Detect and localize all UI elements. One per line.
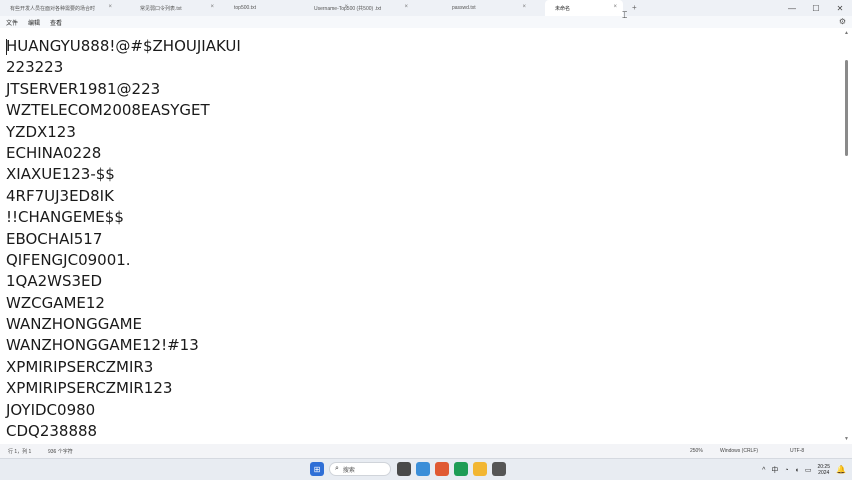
- text-line: JOYIDC0980: [6, 400, 96, 419]
- app-icon-1[interactable]: [416, 462, 430, 476]
- tab-label: Username-Top500 (共500) .txt: [314, 5, 382, 12]
- text-line: XIAXUE123-$$: [6, 165, 115, 184]
- search-label: 搜索: [342, 467, 355, 474]
- tray-chevron-icon[interactable]: ^: [762, 467, 765, 474]
- notification-bell-icon[interactable]: 🔔: [836, 465, 846, 474]
- search-icon: ⌕: [335, 465, 339, 472]
- text-line: QIFENGJC09001.: [6, 250, 131, 269]
- terminal-icon[interactable]: [492, 462, 506, 476]
- ime-indicator[interactable]: 中: [771, 465, 778, 475]
- volume-icon[interactable]: ◖: [795, 467, 799, 474]
- window-controls: — ☐ ✕: [780, 0, 852, 16]
- taskbar: ⊞ ⌕ 搜索 ^ 中 ◔ ◖ ▭ 20:25 2024 🔔: [0, 458, 852, 480]
- text-line: 1QA2WS3ED: [6, 272, 103, 291]
- battery-icon[interactable]: ▭: [805, 466, 812, 474]
- text-editor[interactable]: HUANGYU888!@#$ZHOUJIAKUI 223223 JTSERVER…: [0, 28, 852, 444]
- mouse-cursor-icon: ⌶: [622, 10, 628, 20]
- close-window-button[interactable]: ✕: [828, 4, 852, 13]
- text-line: 223223: [6, 58, 64, 77]
- browser-icon[interactable]: [454, 462, 468, 476]
- menu-file[interactable]: 文件: [6, 18, 18, 27]
- tab-label: passwd.txt: [452, 5, 476, 11]
- text-line: WZTELECOM2008EASYGET: [6, 101, 210, 120]
- close-icon[interactable]: ×: [522, 4, 526, 10]
- wifi-icon[interactable]: ◔: [784, 467, 788, 474]
- app-icon-2[interactable]: [435, 462, 449, 476]
- text-line: CDQ238888: [6, 422, 98, 441]
- status-encoding[interactable]: UTF-8: [790, 448, 804, 454]
- tab-label: top500.txt: [234, 5, 256, 11]
- taskbar-search[interactable]: ⌕ 搜索: [329, 462, 391, 476]
- taskbar-clock[interactable]: 20:25 2024: [817, 464, 830, 476]
- tab-label: 有些开发人员在面对各种需要的场合时: [10, 5, 96, 12]
- text-line: ECHINA0228: [6, 143, 102, 162]
- tab-3[interactable]: 常见弱口令列表.txt ×: [130, 0, 220, 16]
- text-line: WZCGAME12: [6, 293, 105, 312]
- text-line: WANZHONGGAME12!#13: [6, 336, 199, 355]
- tab-4[interactable]: Username-Top500 (共500) .txt ×: [304, 0, 414, 16]
- text-line: WANZHONGGAME: [6, 315, 143, 334]
- taskbar-apps: ⊞ ⌕ 搜索: [310, 462, 511, 476]
- text-line: 4RF7UJ3ED8IK: [6, 186, 114, 205]
- menu-view[interactable]: 查看: [50, 18, 62, 27]
- status-char-count: 936 个字符: [48, 448, 73, 455]
- tab-label: 常见弱口令列表.txt: [140, 5, 182, 12]
- tab-1[interactable]: 有些开发人员在面对各种需要的场合时 ×: [0, 0, 118, 16]
- minimize-button[interactable]: —: [780, 4, 804, 13]
- editor-lines: HUANGYU888!@#$ZHOUJIAKUI 223223 JTSERVER…: [6, 36, 241, 442]
- text-line: XPMIRIPSERCZMIR123: [6, 379, 173, 398]
- status-line-ending[interactable]: Windows (CRLF): [720, 448, 758, 454]
- status-cursor-position: 行 1，列 1: [8, 448, 32, 455]
- status-bar: 行 1，列 1 936 个字符 250% Windows (CRLF) UTF-…: [0, 444, 852, 458]
- vertical-scrollbar-thumb[interactable]: [845, 60, 848, 156]
- windows-start-icon[interactable]: ⊞: [310, 462, 324, 476]
- title-bar: 有些开发人员在面对各种需要的场合时 × top500.txt × 常见弱口令列表…: [0, 0, 852, 16]
- file-explorer-icon[interactable]: [473, 462, 487, 476]
- maximize-button[interactable]: ☐: [804, 4, 828, 13]
- menu-edit[interactable]: 编辑: [28, 18, 40, 27]
- tab-label: 未命名: [555, 5, 571, 12]
- task-view-icon[interactable]: [397, 462, 411, 476]
- status-zoom[interactable]: 250%: [690, 448, 703, 454]
- scroll-down-arrow-icon[interactable]: ▼: [844, 436, 849, 442]
- close-icon[interactable]: ×: [108, 4, 112, 10]
- close-icon[interactable]: ×: [613, 4, 617, 10]
- text-line: YZDX123: [6, 122, 76, 141]
- scroll-up-arrow-icon[interactable]: ▲: [844, 30, 849, 36]
- text-line: !!CHANGEME$$: [6, 208, 124, 227]
- tab-5[interactable]: passwd.txt ×: [442, 0, 532, 16]
- gear-icon[interactable]: ⚙: [839, 17, 846, 26]
- text-line: JTSERVER1981@223: [6, 79, 161, 98]
- text-line: XPMIRIPSERCZMIR3: [6, 357, 154, 376]
- text-line: HUANGYU888!@#$ZHOUJIAKUI: [6, 37, 241, 55]
- close-icon[interactable]: ×: [404, 4, 408, 10]
- text-line: EBOCHAI517: [6, 229, 103, 248]
- tab-6-active[interactable]: 未命名 ×: [545, 0, 623, 16]
- new-tab-button[interactable]: +: [632, 3, 637, 12]
- clock-date: 2024: [818, 470, 830, 476]
- text-caret: [6, 39, 7, 55]
- menu-bar: 文件 编辑 查看 ⚙: [0, 16, 852, 28]
- close-icon[interactable]: ×: [210, 4, 214, 10]
